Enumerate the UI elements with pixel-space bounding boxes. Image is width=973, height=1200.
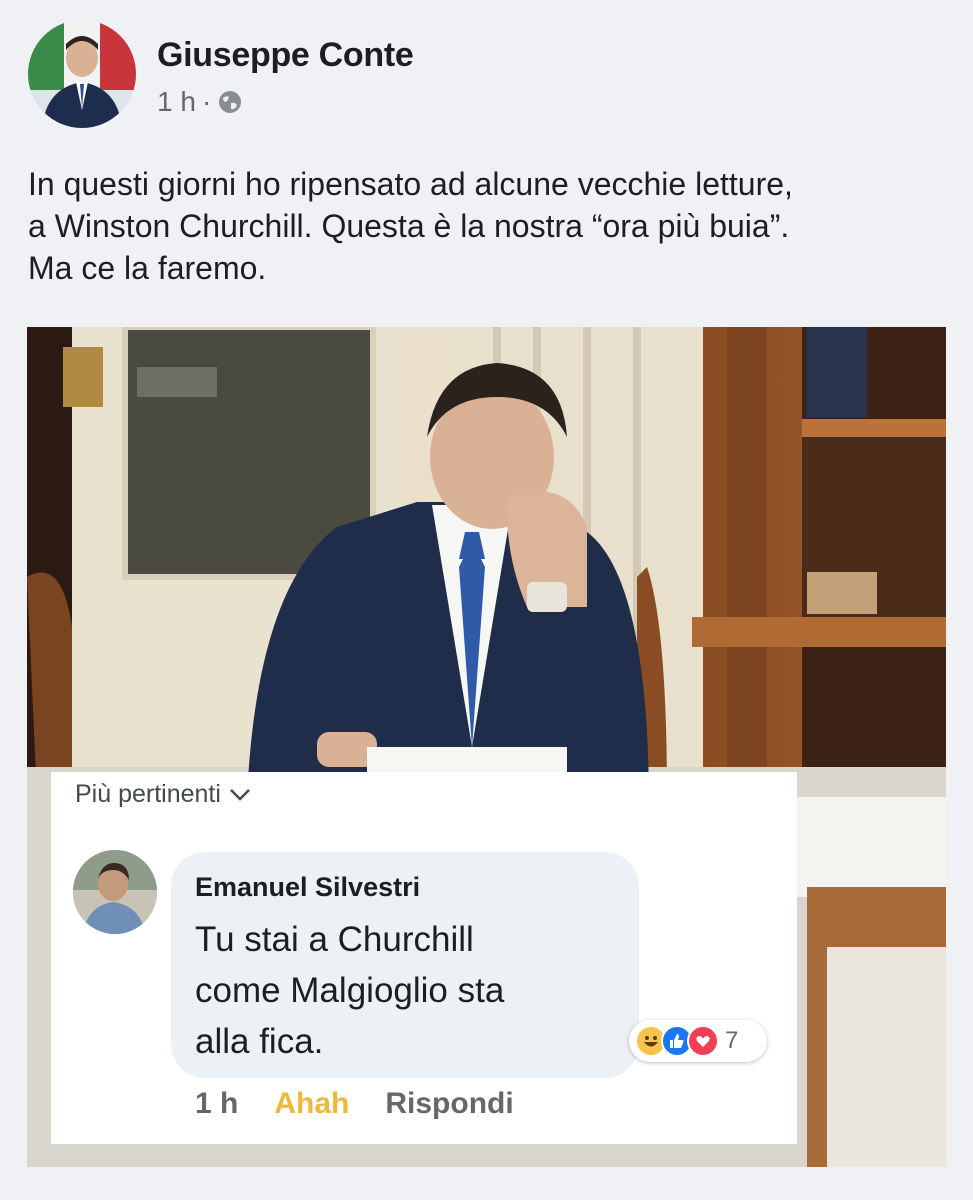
comment-bubble: Emanuel Silvestri Tu stai a Churchill co… — [171, 852, 639, 1078]
meta-separator: · — [201, 86, 212, 117]
author-avatar[interactable] — [28, 20, 136, 128]
comment-time[interactable]: 1 h — [195, 1087, 238, 1121]
comment-sort-dropdown[interactable]: Più pertinenti — [75, 780, 251, 809]
post-author-name[interactable]: Giuseppe Conte — [157, 36, 414, 75]
comment-text-line: alla fica. — [195, 1022, 324, 1061]
post-text-line: Ma ce la faremo. — [28, 250, 267, 286]
sort-label: Più pertinenti — [75, 780, 221, 808]
ahah-reaction-button[interactable]: Ahah — [274, 1087, 349, 1121]
post-text-line: a Winston Churchill. Questa è la nostra … — [28, 208, 790, 244]
chevron-down-icon — [230, 788, 250, 801]
globe-icon — [219, 91, 242, 113]
post-text-line: In questi giorni ho ripensato ad alcune … — [28, 166, 793, 202]
comment-text: Tu stai a Churchill come Malgioglio sta … — [195, 914, 625, 1067]
comment-actions: 1 h Ahah Rispondi — [195, 1087, 514, 1121]
comments-panel: Più pertinenti Emanuel Silvestri Tu stai… — [51, 772, 797, 1144]
facebook-post: Giuseppe Conte 1 h · In questi giorni ho… — [0, 0, 973, 1200]
comment-text-line: come Malgioglio sta — [195, 971, 505, 1010]
post-time[interactable]: 1 h — [157, 86, 196, 118]
commenter-name[interactable]: Emanuel Silvestri — [195, 872, 420, 903]
comment-text-line: Tu stai a Churchill — [195, 920, 474, 959]
post-text: In questi giorni ho ripensato ad alcune … — [28, 163, 948, 289]
commenter-avatar[interactable] — [73, 850, 157, 934]
post-meta: 1 h · — [157, 86, 243, 118]
love-icon — [687, 1025, 719, 1057]
reaction-summary[interactable]: 7 — [629, 1020, 767, 1062]
reply-button[interactable]: Rispondi — [385, 1087, 513, 1121]
reaction-count: 7 — [725, 1027, 739, 1054]
